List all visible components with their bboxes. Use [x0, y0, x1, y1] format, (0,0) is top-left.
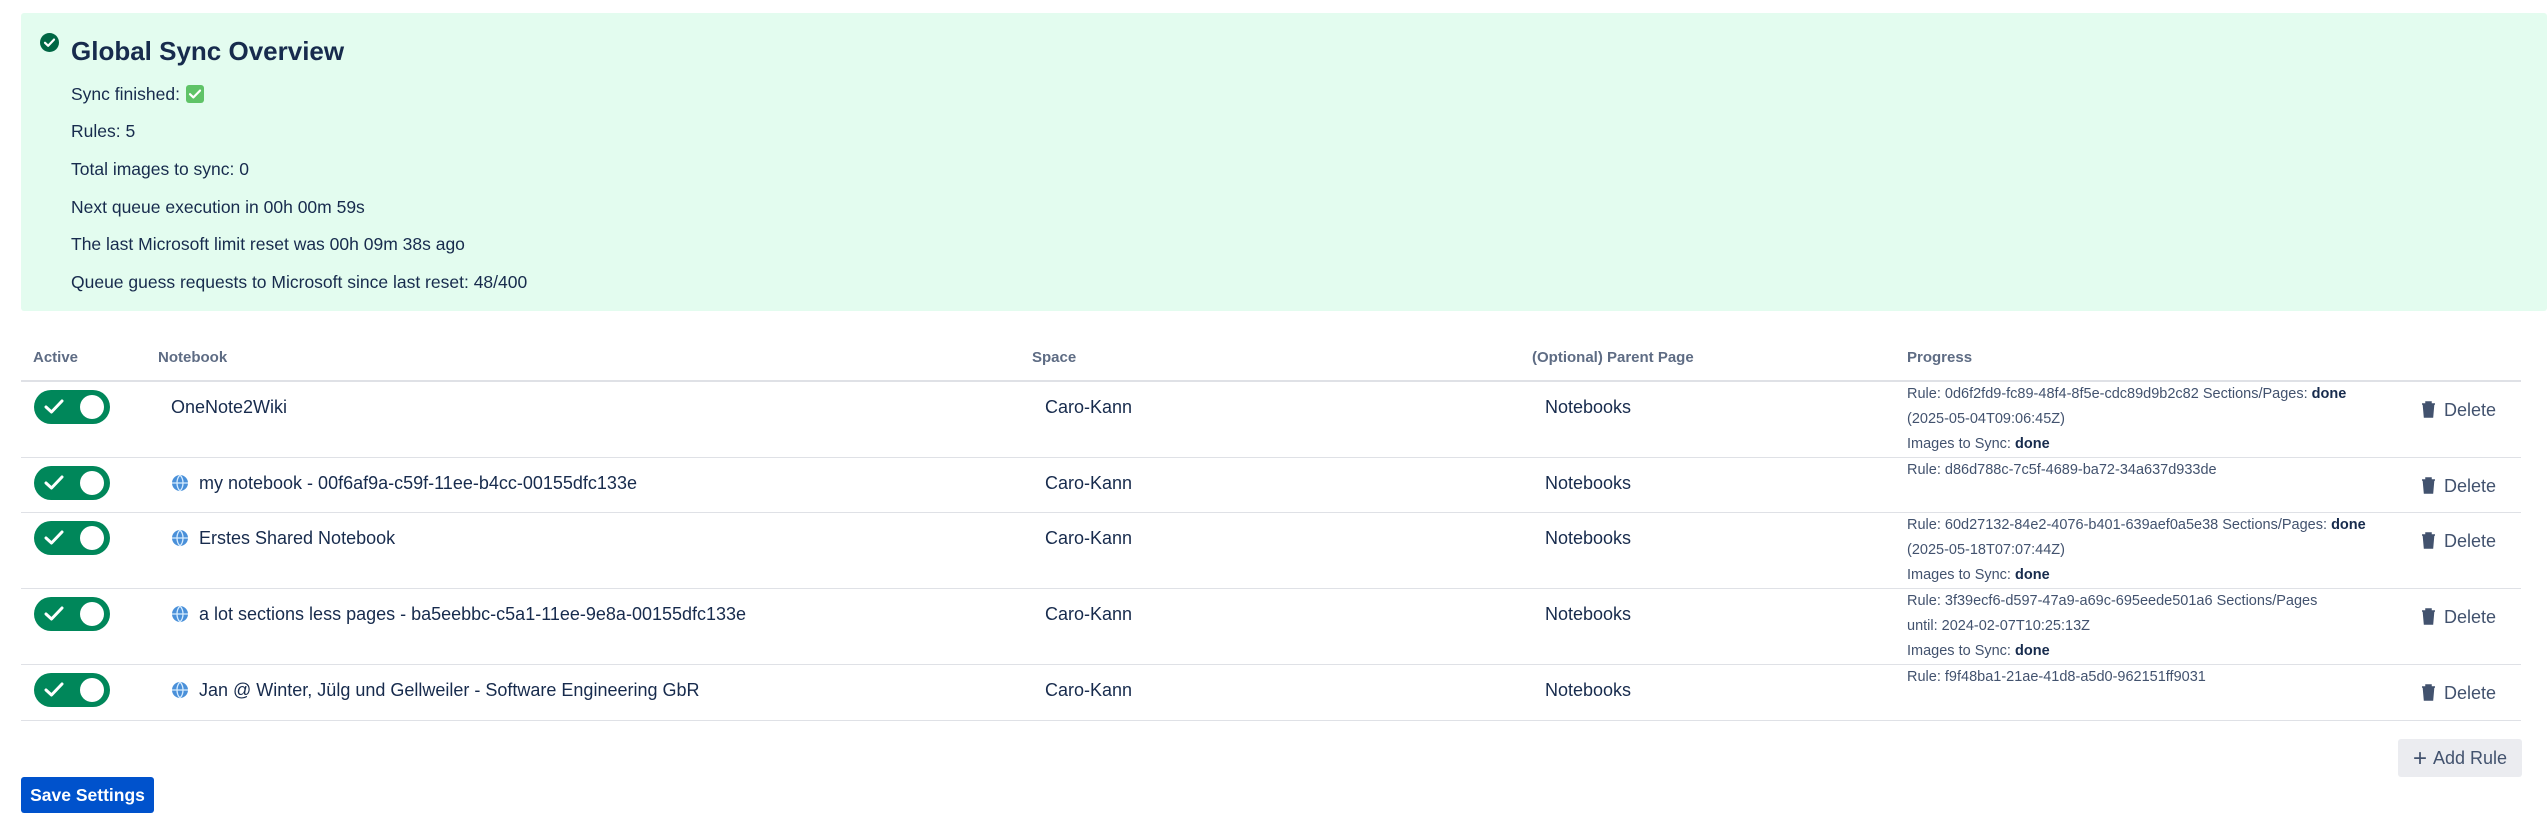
progress-info: Rule: 0d6f2fd9-fc89-48f4-8f5e-cdc89d9b2c… [1907, 382, 2346, 457]
check-icon [44, 530, 64, 545]
check-icon [44, 682, 64, 697]
globe-icon [172, 605, 188, 623]
table-row: Erstes Shared Notebook Caro-Kann Noteboo… [21, 513, 2521, 589]
delete-button[interactable]: Delete [2421, 530, 2496, 552]
progress-line: until: 2024-02-07T10:25:13Z [1907, 618, 2090, 634]
progress-line: Rule: 3f39ecf6-d597-47a9-a69c-695eede501… [1907, 593, 2318, 609]
active-toggle[interactable] [34, 521, 110, 555]
add-rule-button[interactable]: + Add Rule [2398, 739, 2522, 777]
table-row: Jan @ Winter, Jülg und Gellweiler - Soft… [21, 665, 2521, 721]
save-settings-button[interactable]: Save Settings [21, 777, 154, 813]
column-header-space: Space [1032, 349, 1077, 366]
toggle-knob [80, 395, 104, 419]
space-name: Caro-Kann [1045, 528, 1133, 548]
notebook-name: Jan @ Winter, Jülg und Gellweiler - Soft… [171, 679, 700, 701]
progress-line: Rule: 0d6f2fd9-fc89-48f4-8f5e-cdc89d9b2c… [1907, 386, 2347, 402]
sync-finished-label: Sync finished: [71, 84, 180, 104]
toggle-knob [80, 526, 104, 550]
sync-finished-status: Sync finished: [71, 83, 204, 105]
progress-line: Rule: 60d27132-84e2-4076-b401-639aef0a5e… [1907, 517, 2366, 533]
notebook-name: OneNote2Wiki [171, 397, 288, 417]
notebook-name: my notebook - 00f6af9a-c59f-11ee-b4cc-00… [171, 472, 637, 494]
column-header-notebook: Notebook [158, 349, 228, 366]
space-name: Caro-Kann [1045, 680, 1133, 700]
active-toggle[interactable] [34, 673, 110, 707]
parent-page: Notebooks [1545, 680, 1632, 700]
progress-info: Rule: d86d788c-7c5f-4689-ba72-34a637d933… [1907, 458, 2217, 483]
parent-page: Notebooks [1545, 604, 1632, 624]
globe-icon [172, 474, 188, 492]
parent-page: Notebooks [1545, 473, 1632, 493]
active-toggle[interactable] [34, 597, 110, 631]
check-icon [44, 475, 64, 490]
notebook-name: Erstes Shared Notebook [171, 527, 395, 549]
rules-count: Rules: 5 [71, 121, 136, 141]
check-circle-icon [40, 33, 59, 52]
space-name: Caro-Kann [1045, 473, 1133, 493]
delete-button[interactable]: Delete [2421, 399, 2496, 421]
progress-line: Rule: d86d788c-7c5f-4689-ba72-34a637d933… [1907, 462, 2217, 478]
plus-icon: + [2412, 745, 2427, 772]
toggle-knob [80, 678, 104, 702]
trash-icon [2422, 477, 2435, 494]
progress-line: (2025-05-04T09:06:45Z) [1907, 411, 2065, 427]
table-row: OneNote2Wiki Caro-Kann Notebooks Rule: 0… [21, 382, 2521, 458]
column-header-progress: Progress [1907, 349, 1973, 366]
progress-line: Rule: f9f48ba1-21ae-41d8-a5d0-962151ff90… [1907, 669, 2206, 685]
toggle-knob [80, 471, 104, 495]
add-rule-label: Add Rule [2432, 748, 2508, 768]
globe-icon [172, 529, 188, 547]
progress-info: Rule: 60d27132-84e2-4076-b401-639aef0a5e… [1907, 513, 2366, 588]
check-icon [44, 399, 64, 414]
trash-icon [2422, 608, 2435, 625]
table-row: my notebook - 00f6af9a-c59f-11ee-b4cc-00… [21, 458, 2521, 513]
delete-button[interactable]: Delete [2421, 682, 2496, 704]
column-header-parent-page: (Optional) Parent Page [1532, 349, 1694, 366]
progress-info: Rule: f9f48ba1-21ae-41d8-a5d0-962151ff90… [1907, 665, 2206, 690]
next-queue-execution: Next queue execution in 00h 00m 59s [71, 197, 365, 217]
progress-line: (2025-05-18T07:07:44Z) [1907, 542, 2065, 558]
table-row: a lot sections less pages - ba5eebbc-c5a… [21, 589, 2521, 665]
column-header-active: Active [33, 349, 79, 366]
active-toggle[interactable] [34, 466, 110, 500]
toggle-knob [80, 602, 104, 626]
overview-title: Global Sync Overview [71, 36, 345, 66]
trash-icon [2422, 401, 2435, 418]
check-icon [44, 606, 64, 621]
queue-requests: Queue guess requests to Microsoft since … [71, 272, 528, 292]
parent-page: Notebooks [1545, 397, 1632, 417]
active-toggle[interactable] [34, 390, 110, 424]
globe-icon [172, 681, 188, 699]
space-name: Caro-Kann [1045, 397, 1133, 417]
notebook-name: a lot sections less pages - ba5eebbc-c5a… [171, 603, 746, 625]
parent-page: Notebooks [1545, 528, 1632, 548]
delete-button[interactable]: Delete [2421, 475, 2496, 497]
progress-info: Rule: 3f39ecf6-d597-47a9-a69c-695eede501… [1907, 589, 2317, 664]
checked-box-icon [185, 85, 204, 103]
progress-line: Images to Sync: done [1907, 436, 2050, 452]
space-name: Caro-Kann [1045, 604, 1133, 624]
trash-icon [2422, 684, 2435, 701]
progress-line: Images to Sync: done [1907, 567, 2050, 583]
last-limit-reset: The last Microsoft limit reset was 00h 0… [71, 234, 465, 254]
row-divider [21, 720, 2521, 721]
delete-button[interactable]: Delete [2421, 606, 2496, 628]
progress-line: Images to Sync: done [1907, 643, 2050, 659]
total-images: Total images to sync: 0 [71, 159, 249, 179]
sync-overview-panel [21, 13, 2547, 311]
trash-icon [2422, 532, 2435, 549]
